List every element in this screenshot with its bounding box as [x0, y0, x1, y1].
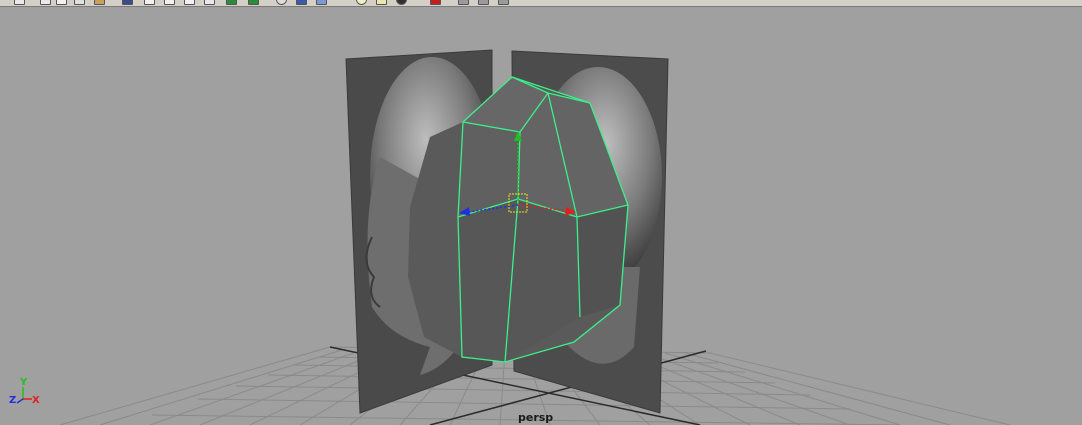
perspective-viewport[interactable]: Y Z X persp [0, 7, 1082, 425]
outliner-icon[interactable] [248, 0, 259, 5]
top-toolbar [0, 0, 1082, 7]
cylinder-icon[interactable] [316, 0, 327, 5]
render-current-icon[interactable] [144, 0, 155, 5]
render-settings-icon[interactable] [184, 0, 195, 5]
cube-icon[interactable] [296, 0, 307, 5]
show-hide-tool-icon[interactable] [226, 0, 237, 5]
viewport-scene [59, 49, 1011, 425]
snap-surface-icon[interactable] [94, 0, 105, 5]
smooth-icon[interactable] [458, 0, 469, 5]
undo-icon[interactable] [478, 0, 489, 5]
ipr-render-icon[interactable] [164, 0, 175, 5]
axis-x-label: X [32, 395, 40, 406]
snap-grid-icon[interactable] [14, 0, 25, 5]
sphere-icon[interactable] [276, 0, 287, 5]
camera-icon[interactable] [376, 0, 387, 5]
snap-view-icon[interactable] [74, 0, 85, 5]
snap-curve-icon[interactable] [40, 0, 51, 5]
axis-y-label: Y [20, 377, 28, 388]
camera-name-label: persp [518, 411, 554, 424]
hypershade-icon[interactable] [204, 0, 215, 5]
light-icon[interactable] [356, 0, 367, 5]
sculpt-icon[interactable] [396, 0, 407, 5]
axis-z-label: Z [9, 395, 17, 406]
render-view-icon[interactable] [122, 0, 133, 5]
view-axis-indicator: Y Z X [6, 377, 46, 417]
snap-point-icon[interactable] [56, 0, 67, 5]
mirror-icon[interactable] [430, 0, 441, 5]
redo-icon[interactable] [498, 0, 509, 5]
